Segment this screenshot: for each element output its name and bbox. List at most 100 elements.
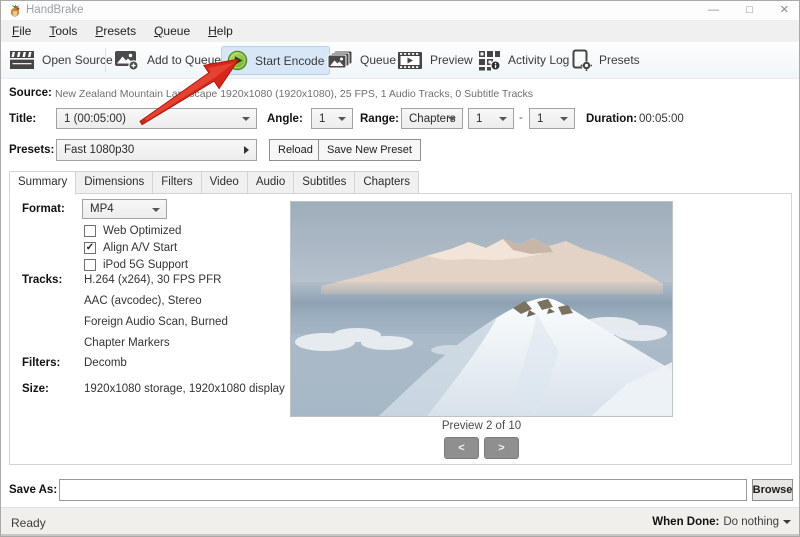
checkbox-checked-icon: ✓ <box>84 242 96 254</box>
tab-video[interactable]: Video <box>202 171 248 194</box>
tab-strip: Summary Dimensions Filters Video Audio S… <box>9 171 419 195</box>
checkbox-unchecked-icon <box>84 259 96 271</box>
preview-caption: Preview 2 of 10 <box>290 420 673 432</box>
minimize-button[interactable]: — <box>708 2 719 19</box>
start-encode-label: Start Encode <box>255 54 324 68</box>
save-as-input[interactable] <box>59 479 747 501</box>
window-title: HandBrake <box>26 4 84 16</box>
menu-queue[interactable]: Queue <box>145 20 199 42</box>
save-new-preset-button[interactable]: Save New Preset <box>318 139 421 161</box>
maximize-button[interactable]: □ <box>746 2 753 19</box>
close-button[interactable]: ✕ <box>780 2 789 19</box>
presets-button[interactable]: Presets <box>565 45 645 75</box>
handbrake-logo-icon <box>8 4 22 17</box>
menu-tools[interactable]: Tools <box>40 20 86 42</box>
presets-label: Presets: <box>9 144 54 156</box>
browse-button[interactable]: Browse <box>752 479 793 501</box>
chevron-down-icon <box>242 117 250 121</box>
preview-prev-button[interactable]: < <box>444 437 479 459</box>
status-text: Ready <box>11 516 46 530</box>
chevron-down-icon <box>783 520 791 524</box>
source-value: New Zealand Mountain Landscape 1920x1080… <box>55 88 533 100</box>
queue-label: Queue <box>360 53 396 67</box>
activity-log-icon <box>478 50 501 71</box>
title-bar: HandBrake — □ ✕ <box>1 1 799 20</box>
web-optimized-checkbox[interactable]: Web Optimized <box>84 224 181 238</box>
title-select-value: 1 (00:05:00) <box>64 113 126 125</box>
add-to-queue-icon <box>114 50 140 71</box>
range-separator: - <box>519 112 523 124</box>
checkbox-unchecked-icon <box>84 225 96 237</box>
duration-value: 00:05:00 <box>639 113 684 125</box>
ipod-5g-support-checkbox[interactable]: iPod 5G Support <box>84 258 188 272</box>
ipod-5g-support-label: iPod 5G Support <box>103 259 188 271</box>
when-done-dropdown[interactable]: When Done: Do nothing <box>652 516 791 528</box>
chevron-down-icon <box>560 117 568 121</box>
tab-chapters[interactable]: Chapters <box>355 171 419 194</box>
tab-subtitles[interactable]: Subtitles <box>294 171 355 194</box>
start-encode-button[interactable]: Start Encode <box>221 46 330 75</box>
activity-log-label: Activity Log <box>508 53 569 67</box>
menu-presets[interactable]: Presets <box>86 20 145 42</box>
angle-select-value: 1 <box>319 113 325 125</box>
preview-button[interactable]: Preview <box>392 45 478 75</box>
toolbar: Open Source Add to Queue <box>1 42 799 79</box>
tab-audio[interactable]: Audio <box>248 171 294 194</box>
range-end-select[interactable]: 1 <box>529 108 575 129</box>
track-video: H.264 (x264), 30 FPS PFR <box>84 274 221 286</box>
range-type-select[interactable]: Chapters <box>401 108 463 129</box>
start-encode-play-icon <box>227 50 248 71</box>
duration-label: Duration: <box>586 113 637 125</box>
menu-help[interactable]: Help <box>199 20 242 42</box>
menu-file[interactable]: File <box>3 20 40 42</box>
chevron-right-icon <box>244 146 249 154</box>
queue-button[interactable]: Queue <box>322 45 401 75</box>
chevron-down-icon <box>152 208 160 212</box>
track-chapters: Chapter Markers <box>84 337 170 349</box>
tab-filters[interactable]: Filters <box>153 171 201 194</box>
angle-label: Angle: <box>267 113 303 125</box>
title-select[interactable]: 1 (00:05:00) <box>56 108 257 129</box>
presets-toolbar-label: Presets <box>599 53 640 67</box>
format-label: Format: <box>22 203 65 215</box>
filters-value: Decomb <box>84 357 127 369</box>
filters-label: Filters: <box>22 357 60 369</box>
when-done-label: When Done: <box>652 516 719 528</box>
format-select-value: MP4 <box>90 203 114 215</box>
align-av-start-checkbox[interactable]: ✓ Align A/V Start <box>84 241 177 255</box>
track-subtitle: Foreign Audio Scan, Burned <box>84 316 228 328</box>
range-end-value: 1 <box>537 113 543 125</box>
status-bar: Ready When Done: Do nothing <box>1 507 799 537</box>
chevron-down-icon <box>448 117 456 121</box>
reload-button[interactable]: Reload <box>269 139 322 161</box>
range-label: Range: <box>360 113 399 125</box>
tracks-label: Tracks: <box>22 274 62 286</box>
tab-summary[interactable]: Summary <box>9 171 76 195</box>
preview-navigation: < > <box>290 437 673 459</box>
web-optimized-label: Web Optimized <box>103 225 181 237</box>
preview-filmstrip-icon <box>397 51 423 70</box>
preview-label: Preview <box>430 53 473 67</box>
open-source-label: Open Source <box>42 53 113 67</box>
format-select[interactable]: MP4 <box>82 199 167 219</box>
presets-select-value: Fast 1080p30 <box>64 144 134 156</box>
angle-select[interactable]: 1 <box>311 108 353 129</box>
menu-bar: File Tools Presets Queue Help <box>1 20 799 42</box>
preview-image <box>290 201 673 417</box>
source-label: Source: <box>9 87 52 99</box>
track-audio: AAC (avcodec), Stereo <box>84 295 202 307</box>
add-to-queue-label: Add to Queue <box>147 53 221 67</box>
check-mark: ✓ <box>86 243 94 253</box>
handbrake-window: HandBrake — □ ✕ File Tools Presets Queue… <box>0 0 800 537</box>
open-source-button[interactable]: Open Source <box>4 45 118 75</box>
align-av-start-label: Align A/V Start <box>103 242 177 254</box>
tab-dimensions[interactable]: Dimensions <box>76 171 153 194</box>
range-start-select[interactable]: 1 <box>468 108 514 129</box>
activity-log-button[interactable]: Activity Log <box>473 45 574 75</box>
when-done-value: Do nothing <box>723 516 779 528</box>
presets-gear-icon <box>570 49 592 71</box>
presets-select[interactable]: Fast 1080p30 <box>56 139 257 161</box>
chevron-down-icon <box>499 117 507 121</box>
range-start-value: 1 <box>476 113 482 125</box>
preview-next-button[interactable]: > <box>484 437 519 459</box>
